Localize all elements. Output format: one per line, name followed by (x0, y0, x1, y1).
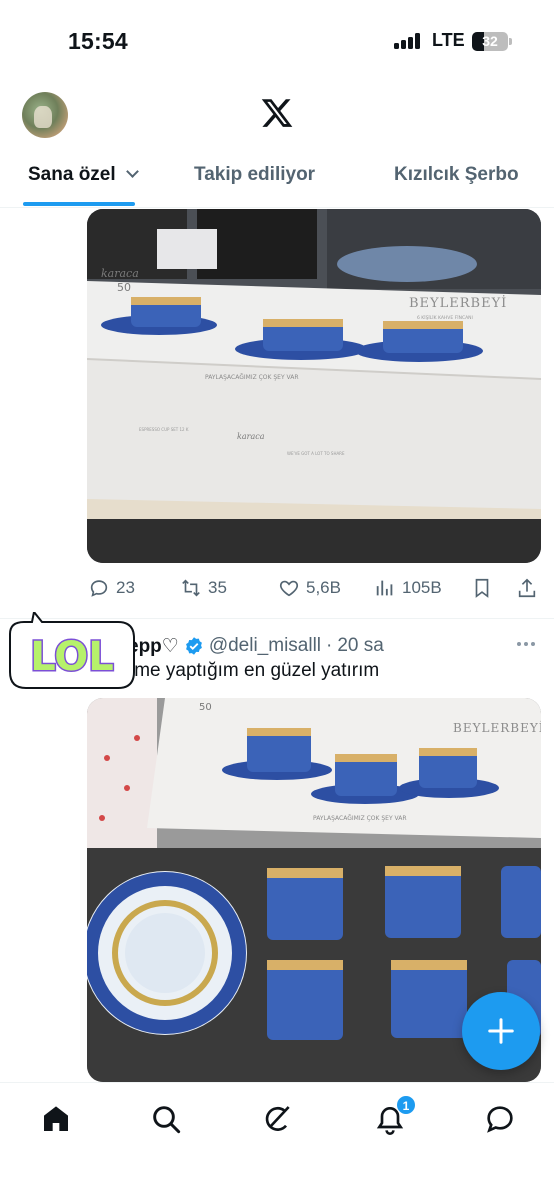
repost-count: 35 (208, 578, 227, 597)
repost-icon (182, 579, 200, 597)
x-logo-icon (261, 99, 293, 127)
reply-count: 23 (116, 578, 135, 597)
battery-level: 32 (482, 33, 498, 49)
nav-grok[interactable] (262, 1103, 294, 1135)
meta-separator: · (326, 635, 333, 656)
brand-text: karaca (101, 267, 139, 280)
profile-avatar[interactable] (22, 92, 68, 138)
sticker-text: LOL (30, 634, 114, 680)
post-header: epp♡ @deli_misalll · 20 sa (128, 632, 384, 660)
like-button[interactable]: 5,6B (278, 572, 341, 604)
views-icon (376, 580, 393, 596)
notification-badge: 1 (396, 1095, 416, 1115)
views-button[interactable]: 105B (374, 572, 442, 604)
reply-icon (90, 580, 108, 597)
bookmark-button[interactable] (471, 572, 493, 604)
status-time: 15:54 (68, 28, 128, 54)
nav-messages[interactable] (484, 1103, 516, 1135)
verified-badge-icon (185, 637, 202, 655)
brand-sub-text: 50 (199, 702, 212, 713)
compose-button[interactable] (462, 992, 540, 1070)
views-count: 105B (402, 578, 442, 597)
status-bar: 15:54 LTE 32 (0, 0, 554, 82)
share-icon (518, 578, 536, 598)
photo-content: karaca 50 BEYLERBEYİ 6 KİŞİLİK KAHVE FİN… (87, 209, 541, 563)
messages-icon (487, 1106, 513, 1133)
network-type: LTE (432, 30, 465, 50)
battery-icon: 32 (472, 32, 508, 51)
battery-cap (509, 38, 512, 45)
author-handle[interactable]: @deli_misalll (209, 635, 321, 657)
tab-label: Takip ediliyor (194, 164, 316, 185)
slogan-text: PAYLAŞACAĞIMIZ ÇOK ŞEY VAR (313, 815, 407, 822)
brand-text-2: karaca (237, 432, 265, 441)
tab-label: Sana özel (28, 164, 116, 185)
tab-following[interactable]: Takip ediliyor (194, 164, 315, 186)
post-text: ime yaptığım en güzel yatırım (130, 660, 380, 681)
bookmark-icon (475, 578, 489, 598)
share-button[interactable] (516, 572, 538, 604)
timeline-tabs: Sana özel Takip ediliyor Kızılcık Şerbo (0, 150, 554, 208)
active-tab-indicator (23, 202, 135, 206)
grok-icon (265, 1106, 290, 1131)
more-options-icon[interactable] (517, 642, 535, 646)
search-icon (153, 1106, 181, 1134)
chevron-down-icon[interactable] (125, 165, 139, 178)
post-time: 20 sa (337, 635, 384, 656)
nav-search[interactable] (150, 1103, 182, 1135)
reply-button[interactable]: 23 (88, 572, 135, 604)
nav-home[interactable] (40, 1103, 72, 1135)
product-text: BEYLERBEYİ (409, 294, 507, 311)
heart-icon (279, 580, 299, 597)
bottom-nav: 1 (0, 1082, 554, 1200)
tab-list[interactable]: Kızılcık Şerbo (394, 164, 519, 186)
brand-sub-text: 50 (117, 281, 131, 294)
home-icon (44, 1106, 68, 1131)
small-left-text: ESPRESSO CUP SET 12 K (139, 427, 189, 432)
slogan-text: PAYLAŞACAĞIMIZ ÇOK ŞEY VAR (205, 374, 299, 381)
product-text: BEYLERBEYİ (453, 720, 541, 735)
product-sub-text: 6 KİŞİLİK KAHVE FİNCANI (417, 314, 473, 321)
post-actions: 23 35 5,6B 105B (0, 572, 554, 604)
small-right-text: WE'VE GOT A LOT TO SHARE (287, 451, 345, 456)
tab-label: Kızılcık Şerbo (394, 164, 519, 185)
plus-icon (488, 1018, 514, 1044)
repost-button[interactable]: 35 (180, 572, 227, 604)
signal-icon (394, 33, 424, 49)
lol-sticker: LOL (9, 612, 135, 689)
tab-for-you[interactable]: Sana özel (28, 164, 139, 186)
post-image[interactable]: karaca 50 BEYLERBEYİ 6 KİŞİLİK KAHVE FİN… (87, 209, 541, 563)
like-count: 5,6B (306, 578, 341, 597)
